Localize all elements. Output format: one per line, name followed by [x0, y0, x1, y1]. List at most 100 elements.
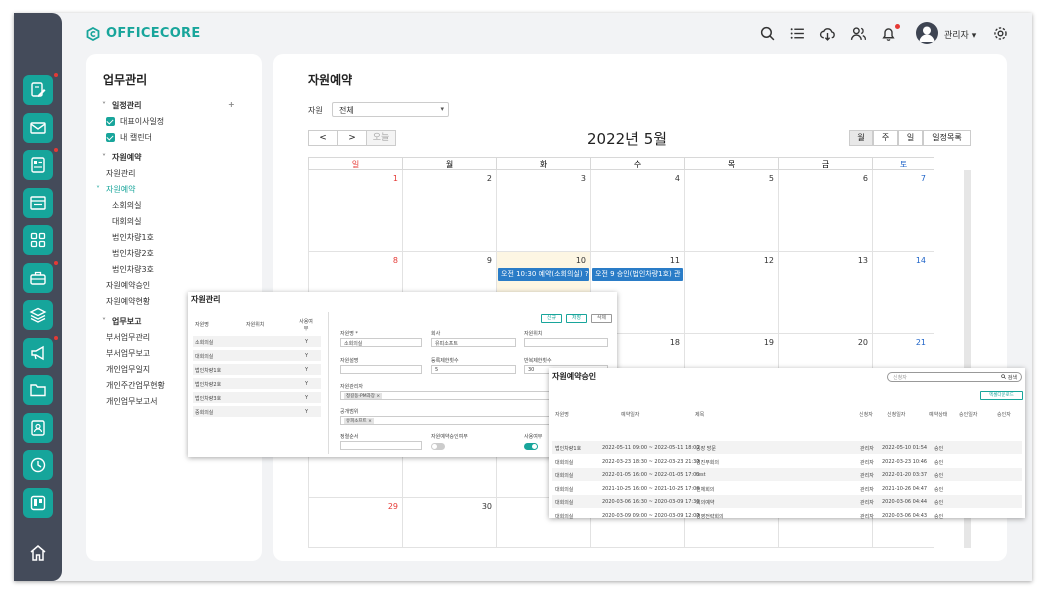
checkbox-checked-icon[interactable] — [106, 117, 115, 126]
calendar-day-cell[interactable]: 1 — [308, 170, 402, 252]
rail-button-clock[interactable] — [23, 450, 53, 480]
approval-toggle[interactable] — [431, 443, 445, 450]
menu-item-2-1[interactable]: 부서업무보고 — [106, 348, 150, 359]
user-menu[interactable]: 관리자 ▾ — [944, 28, 976, 41]
table-row[interactable]: 대회의실 2021-10-25 16:00 ~ 2021-10-25 17:00 전… — [552, 482, 1022, 495]
menu-item-1-0[interactable]: 자원관리 — [106, 168, 135, 179]
prev-month-button[interactable]: < — [308, 130, 338, 146]
rail-button-kanban[interactable] — [23, 487, 53, 518]
list-icon[interactable] — [789, 25, 806, 42]
cell-subject: test — [696, 472, 706, 478]
search-input[interactable]: 신청자 검색 — [887, 372, 1022, 382]
resource-name-input[interactable]: 소회의실 — [340, 338, 422, 347]
rail-button-apps[interactable] — [23, 225, 53, 255]
calendar-day-cell[interactable]: 3 — [496, 170, 590, 252]
avatar[interactable] — [916, 22, 938, 44]
resource-item[interactable]: 법인차량3호 — [112, 264, 154, 275]
menu-item-1-1[interactable]: ˅ 자원예약 — [96, 184, 135, 195]
rail-button-edit[interactable] — [23, 75, 53, 105]
calendar-day-cell[interactable]: 4 — [590, 170, 684, 252]
location-input[interactable] — [524, 338, 608, 347]
resource-item-label: 소회의실 — [112, 201, 142, 210]
menu-item-2-3[interactable]: 개인주간업무현황 — [106, 380, 165, 391]
table-row[interactable]: 대회의실 2020-03-09 09:00 ~ 2020-03-09 12:00 경… — [552, 509, 1022, 522]
view-week-button[interactable]: 주 — [873, 130, 898, 146]
excel-download-button[interactable]: 엑셀다운로드 — [980, 391, 1023, 400]
table-row[interactable]: 대회의실 2020-03-06 16:30 ~ 2020-03-09 17:30 회… — [552, 495, 1022, 508]
search-icon[interactable] — [759, 25, 776, 42]
resource-item[interactable]: 법인차량2호 — [112, 248, 154, 259]
rail-button-contacts[interactable] — [23, 150, 53, 180]
users-icon[interactable] — [850, 25, 867, 42]
rail-button-board[interactable] — [23, 187, 53, 218]
menu-group-0[interactable]: ˅ 일정관리 + — [102, 100, 235, 111]
resource-list-row[interactable]: 법인차량2호 Y — [193, 378, 321, 389]
cell-subject: 전체회의 — [696, 486, 715, 493]
sort-input[interactable] — [340, 441, 422, 450]
resource-filter-select[interactable]: 전체 — [332, 102, 449, 117]
resource-item[interactable]: 소회의실 — [112, 200, 141, 211]
rail-button-briefcase[interactable] — [23, 262, 53, 293]
search-button[interactable]: 검색 — [1001, 374, 1017, 381]
company-select[interactable]: 유피소프트 — [431, 338, 516, 347]
calendar-event[interactable]: 오전 10:30 예약(소회의실) ? — [498, 268, 589, 281]
add-calendar-button[interactable]: + — [228, 100, 235, 109]
settings-icon[interactable] — [992, 25, 1009, 42]
manager-tag[interactable]: 정길동-PM과장 × — [344, 393, 383, 399]
resource-list-row[interactable]: 대회의실 Y — [193, 350, 321, 361]
menu-item-2-4[interactable]: 개인업무보고서 — [106, 396, 158, 407]
calendar-day-cell[interactable]: 7 — [872, 170, 934, 252]
calendar-event[interactable]: 오전 9 승인(법인차량1호) 관 — [592, 268, 683, 281]
menu-group-2[interactable]: ˅ 업무보고 — [102, 316, 141, 327]
resource-list-row[interactable]: 중회의실 Y — [193, 406, 321, 417]
new-button[interactable]: 신규 — [541, 314, 562, 323]
resource-list-row[interactable]: 법인차량1호 Y — [193, 364, 321, 375]
save-button[interactable]: 저장 — [566, 314, 587, 323]
rail-button-megaphone[interactable] — [23, 337, 53, 368]
calendar-day-cell[interactable]: 6 — [778, 170, 872, 252]
view-month-button[interactable]: 월 — [849, 130, 873, 146]
view-day-button[interactable]: 일 — [898, 130, 923, 146]
calendar-day-cell[interactable]: 30 — [402, 498, 496, 548]
resource-item[interactable]: 법인차량1호 — [112, 232, 154, 243]
delete-button[interactable]: 삭제 — [591, 314, 612, 323]
menu-item-1-3[interactable]: 자원예약현황 — [106, 296, 150, 307]
calendar-day-cell[interactable]: 13 — [778, 252, 872, 334]
table-row[interactable]: 대회의실 2022-01-05 16:00 ~ 2022-01-05 17:00 t… — [552, 468, 1022, 481]
rail-button-address-book[interactable] — [23, 412, 53, 443]
table-row[interactable]: 법인차량1호 2022-05-11 09:00 ~ 2022-05-11 18:0… — [552, 441, 1022, 454]
share-tag[interactable]: 유피소프트 × — [344, 418, 374, 424]
edit-icon — [31, 82, 46, 97]
use-toggle[interactable] — [524, 443, 538, 450]
menu-item-2-2[interactable]: 개인업무일지 — [106, 364, 150, 375]
limit-input[interactable]: 5 — [431, 365, 516, 374]
menu-item-2-0[interactable]: 부서업무관리 — [106, 332, 150, 343]
calendar-day-cell[interactable]: 5 — [684, 170, 778, 252]
next-month-button[interactable]: > — [337, 130, 367, 146]
calendar-day-cell[interactable]: 14 — [872, 252, 934, 334]
checkbox-checked-icon[interactable] — [106, 133, 115, 142]
calendar-checkbox-item[interactable]: 내 캘린더 — [106, 132, 152, 143]
resource-item[interactable]: 대회의실 — [112, 216, 141, 227]
view-list-button[interactable]: 일정목록 — [923, 130, 971, 146]
menu-item-2-3-label: 개인주간업무현황 — [106, 381, 165, 390]
resource-list-row[interactable]: 법인차량3호 Y — [193, 392, 321, 403]
rail-button-mail[interactable] — [23, 112, 53, 143]
description-input[interactable] — [340, 365, 422, 374]
cloud-download-icon[interactable] — [819, 25, 836, 42]
menu-group-1-label: 자원예약 — [112, 153, 142, 162]
menu-item-1-2[interactable]: 자원예약승인 — [106, 280, 150, 291]
clock-icon — [30, 457, 46, 473]
calendar-checkbox-item[interactable]: 대표이사일정 — [106, 116, 164, 127]
resource-list-row[interactable]: 소회의실 Y — [193, 336, 321, 347]
rail-button-layers[interactable] — [23, 300, 53, 330]
logo[interactable]: OFFICECORE — [86, 26, 201, 41]
today-button[interactable]: 오늘 — [366, 130, 396, 146]
rail-button-folder[interactable] — [23, 375, 53, 405]
menu-group-1[interactable]: ˅ 자원예약 — [102, 152, 141, 163]
table-row[interactable]: 대회의실 2022-03-23 18:30 ~ 2022-03-23 21:30 경… — [552, 455, 1022, 468]
calendar-day-cell[interactable]: 29 — [308, 498, 402, 548]
calendar-day-cell[interactable]: 12 — [684, 252, 778, 334]
calendar-day-cell[interactable]: 2 — [402, 170, 496, 252]
home-icon[interactable] — [28, 543, 48, 563]
